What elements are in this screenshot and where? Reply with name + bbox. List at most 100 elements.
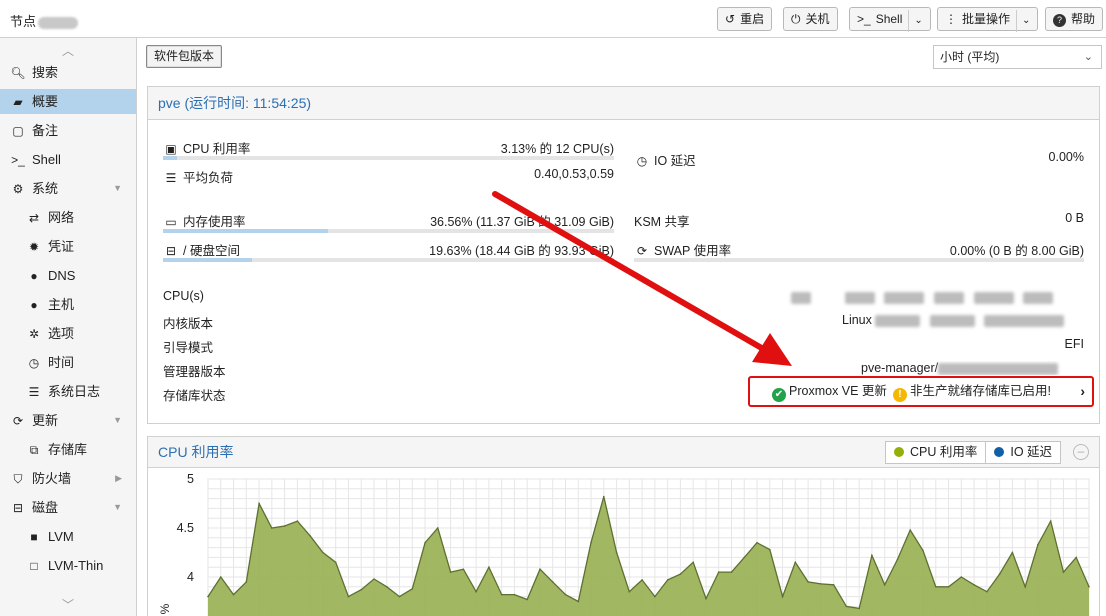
sidebar-item-hosts[interactable]: ● 主机 — [0, 292, 136, 317]
sidebar-item-summary[interactable]: ▰ 概要 — [0, 89, 136, 114]
sidebar-item-network[interactable]: ⇄ 网络 — [0, 205, 136, 230]
shutdown-button[interactable]: ⏻ 关机 — [783, 7, 838, 31]
cpu-usage-point — [705, 597, 707, 600]
cpu-usage-point — [488, 566, 490, 568]
memory-usage-bar — [163, 229, 614, 233]
cpu-usage-point — [794, 561, 797, 564]
y-tick-label: 4 — [187, 570, 194, 584]
sidebar-item-notes[interactable]: ▢ 备注 — [0, 118, 136, 143]
cpus-value-redacted — [791, 289, 1084, 304]
cpu-usage-point — [922, 549, 924, 552]
sidebar-item-lvm[interactable]: ■ LVM — [0, 524, 136, 549]
sidebar-item-search[interactable]: 🔍︎ 搜索 — [0, 60, 136, 85]
cpu-usage-point — [1024, 586, 1026, 588]
sidebar-item-firewall[interactable]: ⛉ 防火墙 ▶ — [0, 466, 136, 491]
globe-icon: ● — [30, 298, 38, 312]
cpu-usage-bar — [163, 156, 614, 160]
chevron-right-icon: ▶ — [115, 473, 122, 483]
cpu-usage-point — [386, 586, 388, 588]
cpu-usage-point — [871, 554, 873, 557]
legend-dot-icon — [994, 447, 1005, 457]
node-title: 节点 — [10, 11, 79, 30]
cpu-usage-point — [296, 520, 299, 522]
shell-button[interactable]: >_ Shell ⌄ — [849, 7, 931, 32]
clock-icon: ◷ — [636, 154, 648, 168]
refresh-icon: ⟳ — [12, 414, 24, 428]
cpu-usage-chart-panel: CPU 利用率 CPU 利用率 IO 延迟 – 5 4.5 4% — [147, 436, 1100, 616]
scroll-up-icon[interactable]: ︿ — [0, 42, 136, 60]
cpu-usage-point — [1049, 520, 1052, 522]
collapse-icon[interactable]: – — [1073, 444, 1089, 460]
cpu-usage-point — [347, 595, 350, 598]
reboot-button[interactable]: ↺ 重启 — [717, 7, 773, 31]
cpu-usage-point — [832, 584, 835, 586]
cpu-usage-chart: 5 4.5 4% — [158, 472, 1090, 616]
package-versions-button[interactable]: 软件包版本 — [146, 45, 223, 68]
repo-update-status: Proxmox VE 更新 — [789, 384, 887, 398]
cpu-usage-point — [615, 551, 618, 554]
cpu-usage-point — [896, 558, 899, 561]
cpu-usage-point — [590, 541, 592, 544]
memory-usage-fill — [163, 229, 328, 233]
sidebar-item-repositories[interactable]: ⧉ 存储库 — [0, 437, 136, 462]
cpu-usage-point — [500, 593, 503, 596]
chevron-down-icon[interactable]: ⌄ — [1016, 10, 1030, 32]
square-filled-icon: ■ — [30, 530, 38, 544]
swap-usage-bar — [634, 258, 1084, 262]
sidebar-item-syslog[interactable]: ☰ 系统日志 — [0, 379, 136, 404]
sidebar-item-dns[interactable]: ● DNS — [0, 263, 136, 288]
sidebar-item-system[interactable]: ⚙ 系统 ▼ — [0, 176, 136, 201]
chevron-down-icon[interactable]: ⌄ — [908, 10, 923, 32]
cpu-usage-point — [845, 605, 848, 608]
load-average-value: 0.40,0.53,0.59 — [534, 167, 614, 181]
cpu-usage-point — [628, 590, 631, 593]
warning-icon: ! — [892, 388, 907, 402]
sidebar-item-disks[interactable]: ⊟ 磁盘 ▼ — [0, 495, 136, 520]
cpu-usage-point — [973, 584, 975, 586]
cpu-usage-point — [717, 571, 720, 573]
sidebar-item-time[interactable]: ◷ 时间 — [0, 350, 136, 375]
cpu-usage-point — [258, 502, 260, 505]
y-axis-label: % — [158, 603, 172, 614]
square-outline-icon: □ — [30, 559, 38, 573]
list-icon: ☰ — [28, 385, 40, 399]
sidebar: ︿ 🔍︎ 搜索 ▰ 概要 ▢ 备注 >_ Shell ⚙ 系统 ▼ ⇄ 网络 ✹ 凭证 ● DNS… — [0, 38, 137, 616]
cpu-usage-point — [947, 586, 950, 588]
cpu-usage-point — [322, 551, 324, 554]
repository-status-box[interactable]: ✔ Proxmox VE 更新! 非生产就绪存储库已启用! › — [748, 376, 1094, 407]
cpu-usage-point — [883, 584, 886, 586]
sidebar-item-options[interactable]: ✲ 选项 — [0, 321, 136, 346]
cpu-usage-point — [309, 535, 311, 537]
note-icon: ▢ — [12, 124, 24, 138]
files-icon: ⧉ — [29, 443, 39, 457]
cpu-usage-point — [603, 495, 605, 498]
help-button[interactable]: ? 帮助 — [1045, 7, 1104, 31]
kernel-version-label: 内核版本 — [163, 317, 214, 331]
exchange-icon: ⇄ — [28, 211, 40, 225]
sidebar-item-updates[interactable]: ⟳ 更新 ▼ — [0, 408, 136, 433]
cogs-icon: ⚙ — [12, 182, 24, 196]
legend-item-io[interactable]: IO 延迟 — [985, 442, 1060, 463]
cpu-usage-point — [360, 588, 362, 591]
load-average-label: ☰ 平均负荷 — [163, 167, 233, 186]
boot-mode-value: EFI — [1064, 337, 1084, 351]
timeframe-select[interactable]: 小时 (平均) ⌄ — [933, 45, 1102, 69]
sidebar-item-certificates[interactable]: ✹ 凭证 — [0, 234, 136, 259]
timeframe-value: 小时 (平均) — [940, 50, 1000, 64]
cpu-usage-point — [820, 583, 822, 585]
sidebar-item-shell[interactable]: >_ Shell — [0, 147, 136, 172]
bulk-actions-button[interactable]: ⋮ 批量操作 ⌄ — [937, 7, 1039, 32]
cpu-usage-point — [1011, 551, 1014, 554]
scroll-down-icon[interactable]: ﹀ — [0, 596, 136, 614]
cpu-usage-point — [398, 595, 401, 598]
legend-item-cpu[interactable]: CPU 利用率 — [886, 442, 985, 463]
cpu-usage-point — [513, 593, 516, 596]
cpu-usage-point — [449, 571, 452, 573]
globe-icon: ● — [30, 269, 38, 283]
cpu-usage-point — [462, 568, 465, 570]
shield-icon: ⛉ — [13, 472, 23, 486]
sidebar-item-lvm-thin[interactable]: □ LVM-Thin — [0, 553, 136, 578]
cpu-usage-point — [245, 581, 248, 583]
cpu-usage-point — [935, 586, 937, 588]
disk-space-fill — [163, 258, 252, 262]
